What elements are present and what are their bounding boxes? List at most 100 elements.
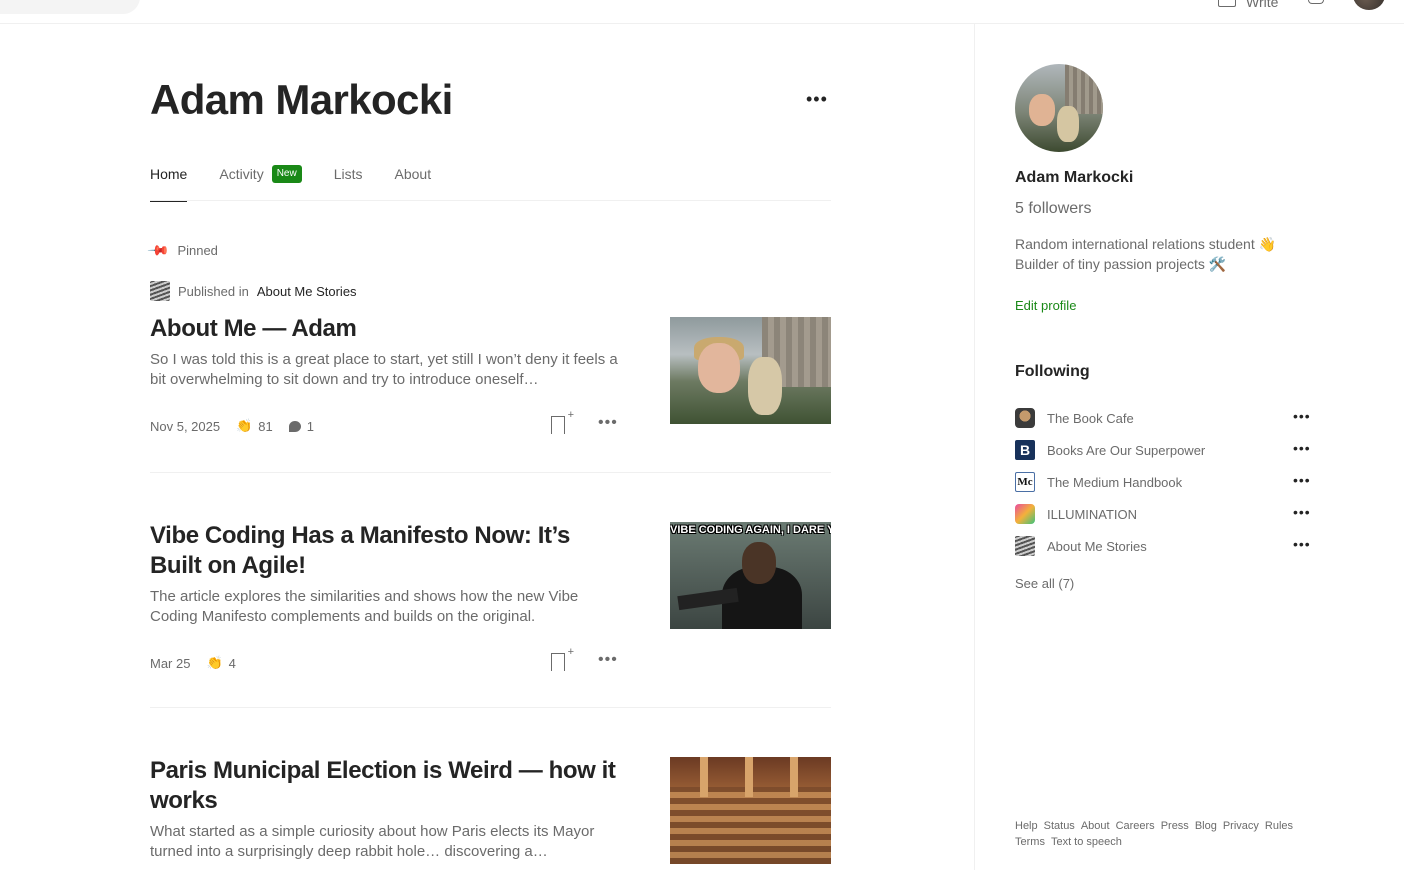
sidebar-divider: [974, 24, 975, 870]
clap-value: 81: [258, 418, 273, 434]
following-more-icon[interactable]: •••: [1293, 440, 1311, 456]
tab-about[interactable]: About: [395, 164, 432, 201]
tab-home[interactable]: Home: [150, 164, 188, 202]
book-cafe-logo-icon: [1015, 408, 1035, 428]
comment-count[interactable]: 1: [288, 418, 314, 434]
write-label: Write: [1246, 0, 1279, 10]
bookmark-add-icon[interactable]: [551, 646, 574, 671]
article-subtitle[interactable]: The article explores the similarities an…: [150, 587, 620, 627]
illumination-logo-icon: [1015, 504, 1035, 524]
notifications-bell-icon[interactable]: [1308, 0, 1324, 4]
profile-title: Adam Markocki: [150, 76, 453, 123]
clap-icon: 👏: [206, 655, 223, 670]
following-heading: Following: [1015, 363, 1090, 380]
article-subtitle[interactable]: So I was told this is a great place to s…: [150, 350, 620, 390]
article-thumbnail[interactable]: VIBE CODING AGAIN, I DARE YOU: [670, 522, 831, 629]
published-prefix: Published in: [178, 283, 249, 299]
bio-line: Builder of tiny passion projects 🛠️: [1015, 256, 1227, 272]
article-more-icon[interactable]: •••: [598, 414, 618, 432]
following-item[interactable]: ILLUMINATION •••: [1015, 498, 1315, 530]
following-name: The Medium Handbook: [1047, 474, 1183, 490]
footer-link-rules[interactable]: Rules: [1265, 818, 1293, 834]
about-me-stories-logo-icon: [150, 281, 170, 301]
following-name: Books Are Our Superpower: [1047, 442, 1206, 458]
bookmark-add-icon[interactable]: [551, 409, 574, 434]
clap-count[interactable]: 👏 81: [236, 418, 273, 434]
thumb-pillar: [700, 757, 708, 797]
footer-link-terms[interactable]: Terms: [1015, 834, 1045, 850]
article-thumbnail[interactable]: [670, 757, 831, 864]
user-avatar-button[interactable]: [1353, 0, 1385, 10]
thumb-pillar: [790, 757, 798, 797]
tab-activity[interactable]: Activity New: [219, 164, 302, 201]
profile-tabs: Home Activity New Lists About: [150, 164, 831, 202]
following-item[interactable]: B Books Are Our Superpower •••: [1015, 434, 1315, 466]
profile-bio: Random international relations student 👋…: [1015, 234, 1315, 274]
medium-handbook-logo-icon: Mc: [1015, 472, 1035, 492]
footer-link-status[interactable]: Status: [1044, 818, 1075, 834]
footer-link-about[interactable]: About: [1081, 818, 1110, 834]
article-divider: [150, 707, 831, 708]
footer-link-blog[interactable]: Blog: [1195, 818, 1217, 834]
article-title[interactable]: Paris Municipal Election is Weird — how …: [150, 756, 620, 816]
article-more-icon[interactable]: •••: [598, 651, 618, 669]
thumb-benches: [670, 787, 831, 864]
article-title[interactable]: About Me — Adam: [150, 314, 620, 344]
tab-about-label: About: [394, 166, 432, 182]
footer-link-help[interactable]: Help: [1015, 818, 1038, 834]
see-all-following-link[interactable]: See all (7): [1015, 576, 1074, 591]
write-icon: [1218, 0, 1236, 7]
publication-link[interactable]: About Me Stories: [257, 284, 357, 299]
sidebar-name: Adam Markocki: [1015, 169, 1134, 186]
followers-count[interactable]: 5 followers: [1015, 200, 1091, 218]
following-more-icon[interactable]: •••: [1293, 536, 1311, 552]
new-badge: New: [271, 165, 302, 183]
thumb-pillar: [745, 757, 753, 797]
thumb-head: [742, 542, 776, 584]
published-in: Published in About Me Stories: [150, 281, 620, 301]
article-title[interactable]: Vibe Coding Has a Manifesto Now: It’s Bu…: [150, 521, 620, 581]
following-list: The Book Cafe ••• B Books Are Our Superp…: [1015, 402, 1315, 562]
avatar-face: [1029, 94, 1055, 126]
article-divider: [150, 472, 831, 473]
tab-home-label: Home: [150, 166, 188, 182]
footer-link-text-to-speech[interactable]: Text to speech: [1051, 834, 1122, 850]
article-meta: Mar 25 👏 4 •••: [150, 646, 620, 675]
article-thumbnail[interactable]: [670, 317, 831, 424]
footer-links: Help Status About Careers Press Blog Privacy Ru…: [1015, 818, 1315, 850]
clap-icon: 👏: [236, 418, 253, 433]
following-more-icon[interactable]: •••: [1293, 408, 1311, 424]
avatar-teddy-bear: [1057, 106, 1079, 142]
write-button[interactable]: Write: [1218, 0, 1278, 10]
following-item[interactable]: Mc The Medium Handbook •••: [1015, 466, 1315, 498]
comment-value: 1: [306, 418, 314, 434]
edit-profile-link[interactable]: Edit profile: [1015, 298, 1076, 313]
pinned-indicator: 📌 Pinned: [147, 238, 218, 262]
following-name: About Me Stories: [1047, 538, 1147, 554]
about-me-stories-logo-icon: [1015, 536, 1035, 556]
profile-avatar[interactable]: [1015, 64, 1103, 152]
clap-value: 4: [228, 655, 236, 671]
following-name: The Book Cafe: [1047, 410, 1134, 426]
clap-count[interactable]: 👏 4: [206, 655, 235, 671]
following-item[interactable]: About Me Stories •••: [1015, 530, 1315, 562]
article-date: Mar 25: [150, 655, 191, 671]
following-item[interactable]: The Book Cafe •••: [1015, 402, 1315, 434]
search-input[interactable]: [0, 0, 140, 14]
article-date: Nov 5, 2025: [150, 418, 221, 434]
footer-link-press[interactable]: Press: [1161, 818, 1189, 834]
following-more-icon[interactable]: •••: [1293, 472, 1311, 488]
footer-link-privacy[interactable]: Privacy: [1223, 818, 1259, 834]
pin-icon: 📌: [147, 238, 171, 262]
thumb-face: [698, 343, 740, 393]
following-name: ILLUMINATION: [1047, 506, 1138, 522]
article-subtitle[interactable]: What started as a simple curiosity about…: [150, 822, 620, 862]
bio-line: Random international relations student 👋: [1015, 236, 1277, 252]
profile-more-icon[interactable]: •••: [806, 89, 828, 110]
tab-lists[interactable]: Lists: [334, 164, 363, 201]
footer-link-careers[interactable]: Careers: [1116, 818, 1155, 834]
b-logo-icon: B: [1015, 440, 1035, 460]
comment-icon: [288, 420, 301, 432]
article-meta: Nov 5, 2025 👏 81 1 •••: [150, 409, 620, 438]
following-more-icon[interactable]: •••: [1293, 504, 1311, 520]
